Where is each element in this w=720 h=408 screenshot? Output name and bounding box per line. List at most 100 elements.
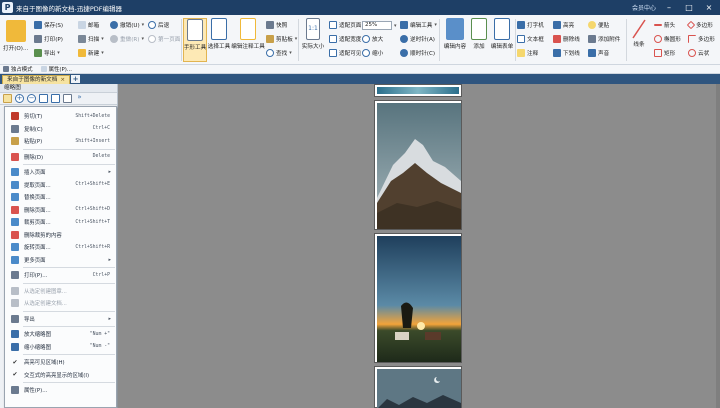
export-button[interactable]: 导出 ▾ xyxy=(34,49,60,57)
textbox-button[interactable]: 文本框 xyxy=(517,35,544,43)
hand-tool-button[interactable]: 手形工具 xyxy=(183,18,207,62)
typewriter-button[interactable]: 打字机 xyxy=(517,21,544,29)
context-menu-item[interactable]: 打印(P)... Ctrl+P xyxy=(5,269,116,281)
clipboard-button[interactable]: 剪贴板 ▾ xyxy=(266,35,297,43)
edit-form-button[interactable]: 编辑表单 xyxy=(490,18,514,50)
page-thumbnail-2[interactable] xyxy=(374,100,462,230)
document-tab[interactable]: 来自于图像的新文档 × xyxy=(2,75,71,84)
select-tool-button[interactable]: 选择工具 xyxy=(207,18,231,50)
annotation-select-icon xyxy=(240,18,256,40)
context-menu-item[interactable]: 剪切(T) Shift+Delete xyxy=(5,110,116,122)
redo-button[interactable]: 重做(R) ▾ xyxy=(110,35,144,43)
scan-button[interactable]: 扫描 ▾ xyxy=(78,35,104,43)
fit-page-button[interactable]: 适配页面 xyxy=(329,21,361,29)
more-chevron-icon[interactable]: » xyxy=(75,94,84,103)
zoom-in-button[interactable]: 放大 xyxy=(362,35,383,43)
menu-item-label: 替换页面... xyxy=(24,195,51,201)
context-menu-item[interactable]: 替换页面... xyxy=(5,191,116,203)
rotate-right-thumbnail-icon[interactable] xyxy=(51,94,60,103)
zoom-select[interactable]: 25% ▾ xyxy=(362,21,397,30)
attach-file-button[interactable]: 添加附件 xyxy=(588,35,620,43)
context-menu-item[interactable]: 更多页面 ▸ xyxy=(5,254,116,266)
ellipse-button[interactable]: 椭圆形 xyxy=(654,35,681,43)
snapshot-button[interactable]: 快照 xyxy=(266,21,287,29)
undo-button[interactable]: 撤销(U) ▾ xyxy=(110,21,144,29)
rotate-right-button[interactable]: 顺时针(C) xyxy=(400,49,435,57)
rotate-left-thumbnail-icon[interactable] xyxy=(39,94,48,103)
context-menu-item[interactable]: 属性(P)... xyxy=(5,384,116,396)
zoom-out-thumbnail-icon[interactable]: − xyxy=(27,94,36,103)
context-menu-item[interactable]: ✔ 交互式的高亮显示的区域(I) xyxy=(5,369,116,381)
member-center-link[interactable]: 会员中心 xyxy=(632,3,656,12)
zoom-in-thumbnail-icon[interactable]: + xyxy=(15,94,24,103)
new-button[interactable]: 新建 ▾ xyxy=(78,49,104,57)
polygon-button[interactable]: 多边形 xyxy=(686,20,713,30)
context-menu-item[interactable]: ✔ 高亮可见区域(H) xyxy=(5,356,116,368)
find-button[interactable]: 查找 ▾ xyxy=(266,49,292,57)
context-menu-item[interactable]: 复制(C) Ctrl+C xyxy=(5,123,116,135)
edit-annotation-tool-button[interactable]: 编辑注释工具 xyxy=(231,18,265,50)
print-button[interactable]: 打印(P) xyxy=(34,35,63,43)
rectangle-button[interactable]: 矩形 xyxy=(654,49,675,57)
context-menu-item[interactable]: 放大缩略图 "Num +" xyxy=(5,328,116,340)
context-menu-item[interactable]: 粘贴(P) Shift+Insert xyxy=(5,135,116,147)
rotate-left-button[interactable]: 逆时针(A) xyxy=(400,35,435,43)
context-menu-item[interactable]: 裁剪页面... Ctrl+Shift+T xyxy=(5,216,116,228)
fit-visible-button[interactable]: 适配可见 xyxy=(329,49,361,57)
add-button[interactable]: 添加 xyxy=(469,18,489,50)
polyline-button[interactable]: 多边形 xyxy=(688,35,715,43)
menu-item-shortcut: Ctrl+Shift+R xyxy=(75,244,110,250)
edit-tool-button[interactable]: 编辑工具 ▾ xyxy=(400,21,437,29)
exclusive-mode-button[interactable]: 独占模式 xyxy=(3,65,33,73)
sound-button[interactable]: 声音 xyxy=(588,49,609,57)
close-button[interactable]: × xyxy=(702,2,716,14)
note-button[interactable]: 注释 xyxy=(517,49,538,57)
ribbon-separator xyxy=(439,19,440,61)
close-tab-icon[interactable]: × xyxy=(60,76,65,84)
arrow-button[interactable]: 箭头 xyxy=(654,21,675,29)
first-page-button[interactable]: 第一页面 xyxy=(148,35,180,43)
add-tab-button[interactable]: + xyxy=(71,75,80,83)
underline-button[interactable]: 下划线 xyxy=(553,49,580,57)
save-button[interactable]: 保存(S) xyxy=(34,21,63,29)
context-menu-item[interactable]: 从选定创建图章... xyxy=(5,285,116,297)
cloud-button[interactable]: 云状 xyxy=(688,49,709,57)
context-menu-item[interactable]: 插入页面 ▸ xyxy=(5,166,116,178)
page-thumbnail-3[interactable] xyxy=(374,233,462,363)
minimize-button[interactable]: – xyxy=(662,2,676,14)
edit-content-button[interactable]: 编辑内容 xyxy=(442,18,468,50)
properties-icon xyxy=(40,66,47,72)
menu-item-label: 删除页面... xyxy=(24,207,51,214)
open-button[interactable]: 打开(O)... xyxy=(3,20,28,52)
context-menu-item[interactable]: 提取页面... Ctrl+Shift+E xyxy=(5,179,116,191)
context-menu-item[interactable]: 缩小缩略图 "Num -" xyxy=(5,341,116,353)
menu-item-label: 裁剪页面... xyxy=(24,220,51,226)
vertical-scrollbar[interactable] xyxy=(716,84,720,408)
callout-button[interactable]: 便贴 xyxy=(588,21,609,29)
zoom-out-button[interactable]: 缩小 xyxy=(362,49,383,57)
print-thumbnail-icon[interactable] xyxy=(63,94,72,103)
document-icon xyxy=(11,299,19,307)
actual-size-button[interactable]: 1:1 实际大小 xyxy=(300,18,326,50)
options-gear-icon[interactable] xyxy=(3,94,12,103)
email-button[interactable]: 邮箱 xyxy=(78,21,99,29)
zoom-out-icon xyxy=(11,342,19,351)
back-button[interactable]: 后退 xyxy=(148,21,169,29)
document-canvas[interactable] xyxy=(118,84,720,408)
menu-separator xyxy=(23,354,115,355)
context-menu-item[interactable]: 删除(D) Delete xyxy=(5,151,116,163)
page-thumbnail-1[interactable] xyxy=(374,84,462,97)
line-button[interactable]: 线条 xyxy=(629,18,649,48)
context-menu-item[interactable]: 删除裁剪的内容 xyxy=(5,229,116,241)
scan-icon xyxy=(78,35,86,43)
context-menu-item[interactable]: 从选定创建文档... xyxy=(5,297,116,309)
properties-button[interactable]: 属性(P)... xyxy=(40,65,72,73)
page-thumbnail-4[interactable] xyxy=(374,366,462,408)
context-menu-item[interactable]: 导出 ▸ xyxy=(5,313,116,325)
context-menu-item[interactable]: 旋转页面... Ctrl+Shift+R xyxy=(5,241,116,253)
context-menu-item[interactable]: 删除页面... Ctrl+Shift+D xyxy=(5,204,116,216)
highlight-button[interactable]: 高亮 xyxy=(553,21,574,29)
strikeout-button[interactable]: 删除线 xyxy=(553,35,580,43)
maximize-button[interactable]: □ xyxy=(682,2,696,14)
fit-width-button[interactable]: 适配宽度 xyxy=(329,35,361,43)
